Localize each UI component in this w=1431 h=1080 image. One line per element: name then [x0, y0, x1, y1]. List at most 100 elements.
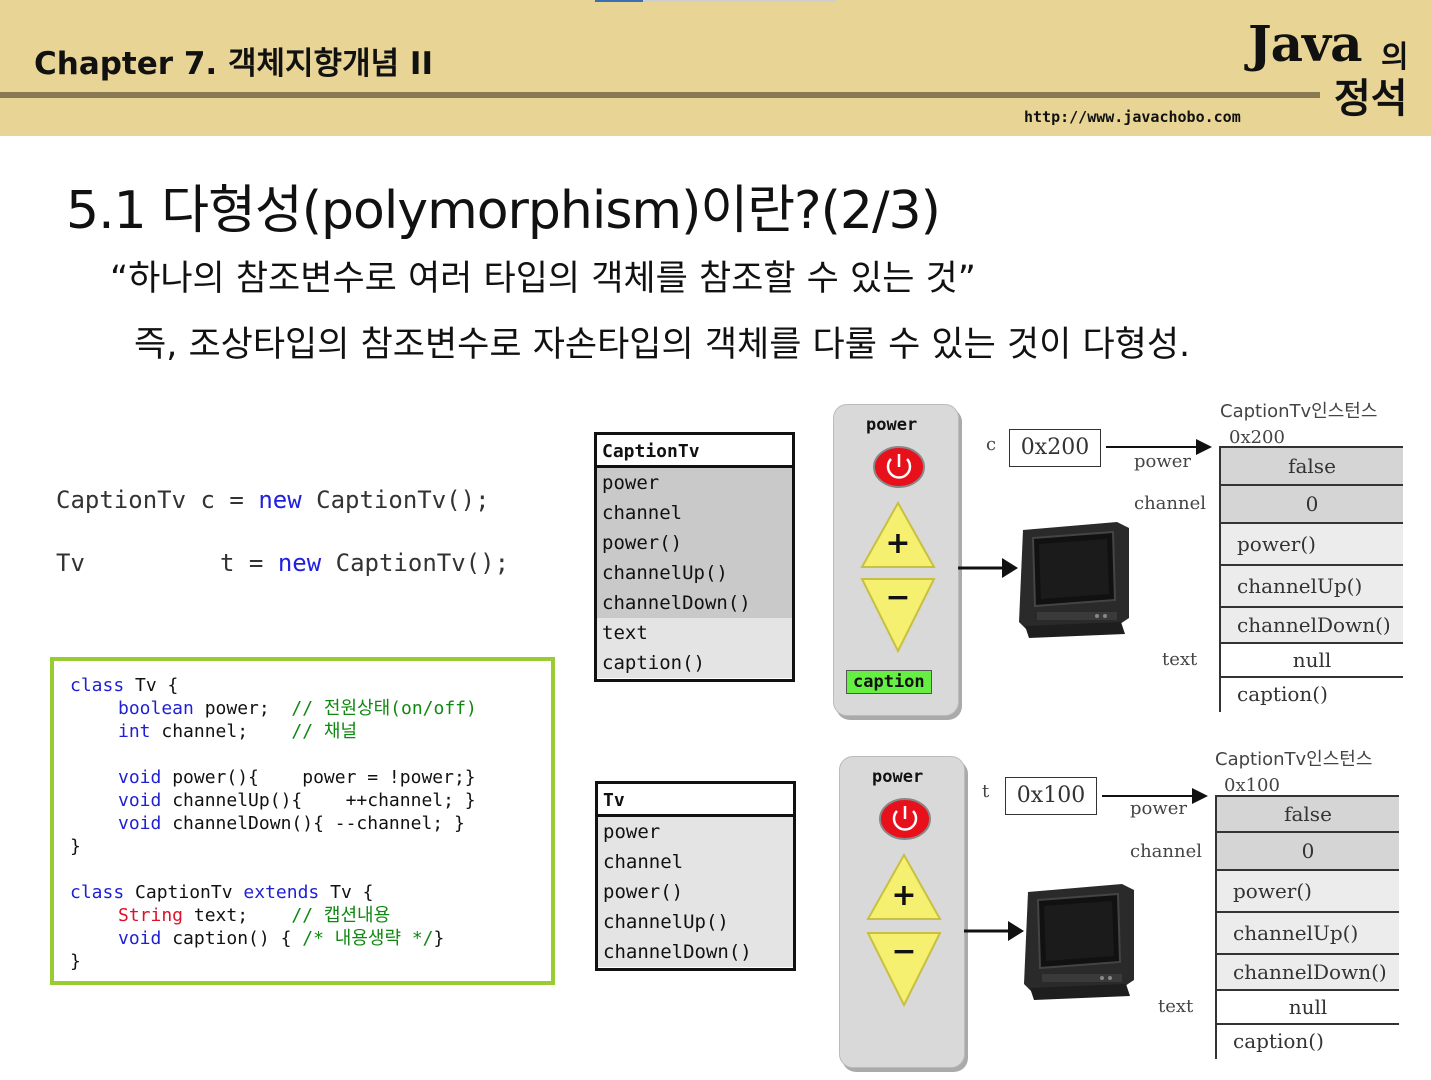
plus-triangle-icon[interactable]: +	[860, 501, 936, 569]
class-member: power	[597, 468, 792, 498]
remote-power-label: power	[872, 767, 924, 787]
code-text: text;	[183, 905, 292, 926]
decl-ctor: CaptionTv();	[335, 549, 510, 577]
class-box-tv: Tv power channel power() channelUp() cha…	[595, 781, 796, 971]
code-comment: // 전원상태(on/off)	[291, 698, 477, 719]
code-text: CaptionTv	[124, 882, 244, 903]
ref-value-box: 0x100	[1005, 777, 1097, 815]
minus-triangle-icon[interactable]: −	[866, 931, 942, 1007]
site-url[interactable]: http://www.javachobo.com	[1024, 108, 1241, 126]
plus-label: +	[891, 878, 916, 913]
instance-title: CaptionTv인스턴스	[1220, 401, 1378, 422]
code-line: void channelDown(){ --channel; }	[118, 812, 465, 835]
class-member: channelDown()	[598, 937, 793, 967]
ref-value-box: 0x200	[1009, 429, 1101, 467]
field-label-channel: channel	[1134, 493, 1206, 514]
code-comment: // 캡션내용	[291, 905, 391, 926]
field-label-power: power	[1130, 798, 1188, 819]
field-label-text: text	[1162, 649, 1198, 670]
logo-java: Java	[1248, 14, 1363, 73]
code-keyword: void	[118, 813, 162, 834]
instance-cell: caption()	[1217, 1025, 1399, 1059]
class-member: channel	[597, 498, 792, 528]
tv-icon	[1024, 884, 1134, 1000]
code-line: void channelUp(){ ++channel; }	[118, 789, 476, 812]
definition-explanation: 즉, 조상타입의 참조변수로 자손타입의 객체를 다룰 수 있는 것이 다형성.	[134, 325, 1191, 365]
code-keyword: void	[118, 928, 162, 949]
slide-title: 5.1 다형성(polymorphism)이란?(2/3)	[66, 181, 941, 241]
class-member: channelDown()	[597, 588, 792, 618]
code-keyword: String	[118, 905, 184, 926]
minus-triangle-icon[interactable]: −	[860, 577, 936, 653]
code-comment: // 채널	[291, 721, 358, 742]
instance-title: CaptionTv인스턴스	[1215, 749, 1373, 770]
arrow-icon	[964, 921, 1024, 941]
instance-cell: power()	[1217, 871, 1399, 913]
header-rule	[0, 92, 1320, 98]
code-line: }	[70, 836, 81, 857]
instance-memory-box: false 0 power() channelUp() channelDown(…	[1219, 446, 1403, 712]
instance-cell: caption()	[1221, 678, 1403, 712]
instance-cell: channelUp()	[1217, 913, 1399, 955]
code-text: channel;	[150, 721, 292, 742]
remote-control-tv: power + −	[839, 756, 965, 1068]
logo-jeongseok: 정석	[1334, 76, 1408, 122]
code-line: class Tv {	[70, 674, 178, 697]
code-text: power(){ power = !power;}	[161, 767, 476, 788]
ref-var-label: c	[986, 434, 997, 455]
remote-power-label: power	[866, 415, 918, 435]
instance-cell: 0	[1221, 486, 1403, 524]
class-member: caption()	[597, 648, 792, 678]
code-line: String text; // 캡션내용	[118, 904, 390, 927]
code-line: }	[70, 951, 81, 972]
code-text: Tv {	[319, 882, 374, 903]
field-label-channel: channel	[1130, 841, 1202, 862]
class-name: CaptionTv	[597, 435, 792, 468]
field-label-power: power	[1134, 451, 1192, 472]
decl-ctor: CaptionTv();	[316, 486, 490, 514]
code-keyword: class	[70, 675, 125, 696]
code-line: void power(){ power = !power;}	[118, 766, 476, 789]
code-line: class CaptionTv extends Tv {	[70, 881, 373, 904]
code-comment: /* 내용생략 */	[302, 928, 434, 949]
instance-cell: false	[1217, 797, 1399, 833]
class-member: power()	[598, 877, 793, 907]
instance-address: 0x200	[1229, 427, 1285, 448]
code-keyword: int	[118, 721, 151, 742]
decl-type: Tv	[56, 549, 85, 577]
code-text: channelDown(){ --channel; }	[161, 813, 465, 834]
declaration-caption-tv: CaptionTv c = new CaptionTv();	[56, 486, 490, 514]
power-icon[interactable]	[878, 797, 932, 841]
plus-triangle-icon[interactable]: +	[866, 853, 942, 921]
decl-new-keyword: new	[277, 549, 322, 577]
code-keyword: class	[70, 882, 125, 903]
code-text: power;	[193, 698, 292, 719]
instance-cell: null	[1217, 991, 1399, 1025]
decl-new-keyword: new	[258, 486, 302, 514]
class-member: text	[597, 618, 792, 648]
instance-cell: channelUp()	[1221, 566, 1403, 608]
class-name: Tv	[598, 784, 793, 817]
class-member: power	[598, 817, 793, 847]
instance-cell: 0	[1217, 833, 1399, 871]
code-keyword: boolean	[118, 698, 194, 719]
header-accent-blue	[595, 0, 643, 2]
caption-button[interactable]: caption	[846, 670, 932, 694]
code-line: boolean power; // 전원상태(on/off)	[118, 697, 477, 720]
decl-type: CaptionTv	[56, 486, 187, 514]
instance-cell: false	[1221, 448, 1403, 486]
code-text: Tv {	[124, 675, 179, 696]
decl-eq: =	[248, 549, 264, 577]
ref-var-label: t	[982, 781, 990, 802]
code-text: channelUp(){ ++channel; }	[161, 790, 476, 811]
decl-eq: =	[229, 486, 244, 514]
declaration-tv: Tv	[56, 549, 85, 577]
code-keyword: void	[118, 767, 162, 788]
definition-quote: “하나의 참조변수로 여러 타입의 객체를 참조할 수 있는 것”	[110, 259, 976, 299]
tv-icon	[1019, 522, 1129, 638]
code-text: caption() {	[161, 928, 303, 949]
decl-var: c	[200, 486, 215, 514]
instance-cell: null	[1221, 644, 1403, 678]
decl-var: t	[220, 549, 235, 577]
power-icon[interactable]	[872, 445, 926, 489]
